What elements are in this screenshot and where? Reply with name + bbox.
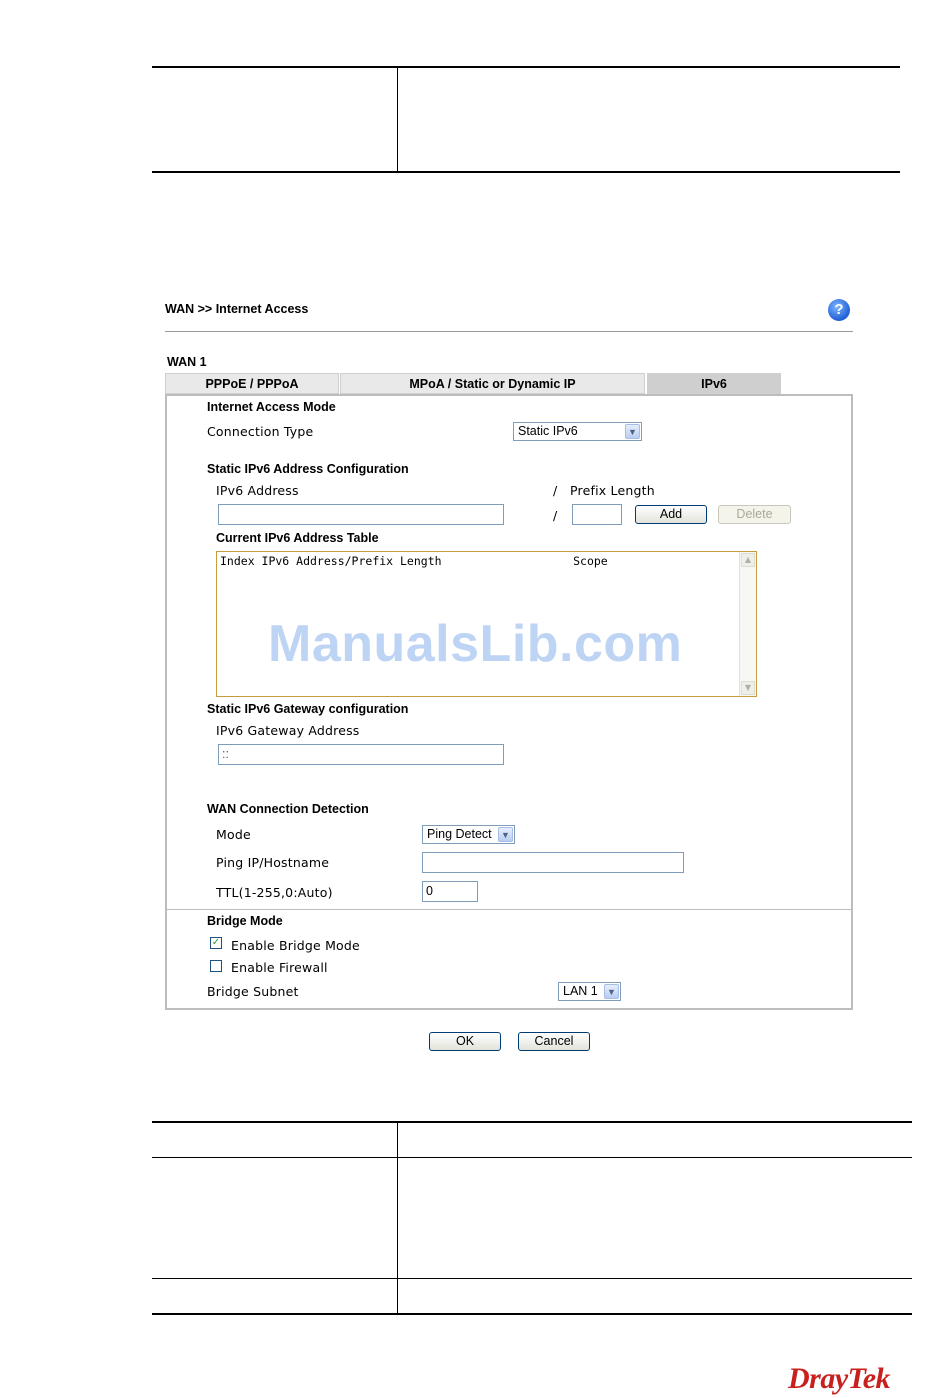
draytek-logo: DrayTek <box>788 1362 891 1395</box>
ipv6-address-input[interactable] <box>218 504 504 525</box>
mode-label: Mode <box>216 827 251 842</box>
scroll-down-icon[interactable]: ▼ <box>741 681 755 695</box>
static-config-title: Static IPv6 Address Configuration <box>207 462 409 476</box>
breadcrumb: WAN >> Internet Access <box>165 302 309 316</box>
bridge-subnet-select[interactable]: LAN 1 ▼ <box>558 982 621 1001</box>
doc-table-divider <box>397 68 398 172</box>
enable-bridge-checkbox[interactable]: ✓ <box>210 937 222 949</box>
slash-label: / <box>553 483 558 498</box>
enable-bridge-label: Enable Bridge Mode <box>231 938 360 953</box>
address-table-scrollbar[interactable]: ▲ ▼ <box>739 552 756 696</box>
bridge-mode-title: Bridge Mode <box>207 914 283 928</box>
doc-table2-row-rule-2 <box>152 1278 912 1279</box>
enable-firewall-label: Enable Firewall <box>231 960 328 975</box>
ipv6-address-label: IPv6 Address <box>216 483 299 498</box>
delete-button[interactable]: Delete <box>718 505 791 524</box>
address-table-title: Current IPv6 Address Table <box>216 531 379 545</box>
tab-pppoe[interactable]: PPPoE / PPPoA <box>165 373 339 394</box>
connection-type-label: Connection Type <box>207 424 314 439</box>
wan-label: WAN 1 <box>167 355 207 369</box>
bridge-subnet-label: Bridge Subnet <box>207 984 299 999</box>
ok-button[interactable]: OK <box>429 1032 501 1051</box>
doc-table2-top-rule <box>152 1121 912 1123</box>
add-button[interactable]: Add <box>635 505 707 524</box>
gateway-address-input[interactable]: :: <box>218 744 504 765</box>
scroll-up-icon[interactable]: ▲ <box>741 553 755 567</box>
tab-mpoa[interactable]: MPoA / Static or Dynamic IP <box>340 373 645 394</box>
chevron-down-icon: ▼ <box>498 827 513 842</box>
slash-separator: / <box>553 508 558 523</box>
breadcrumb-divider <box>165 331 853 332</box>
ping-hostname-label: Ping IP/Hostname <box>216 855 330 870</box>
prefix-length-input[interactable] <box>572 504 622 525</box>
doc-table2-bottom-rule <box>152 1313 912 1315</box>
ttl-input[interactable]: 0 <box>422 881 478 902</box>
chevron-down-icon: ▼ <box>604 984 619 999</box>
internet-access-mode-title: Internet Access Mode <box>207 400 336 414</box>
doc-table2-divider <box>397 1123 398 1313</box>
ping-hostname-input[interactable] <box>422 852 684 873</box>
watermark: ManualsLib.com <box>268 615 683 673</box>
prefix-length-label: Prefix Length <box>570 483 655 498</box>
ttl-label: TTL(1-255,0:Auto) <box>216 885 333 900</box>
gateway-address-label: IPv6 Gateway Address <box>216 723 360 738</box>
address-table-header: Index IPv6 Address/Prefix Length Scope <box>220 554 608 568</box>
connection-type-value: Static IPv6 <box>518 424 578 438</box>
tab-ipv6[interactable]: IPv6 <box>647 373 781 394</box>
wan-detection-title: WAN Connection Detection <box>207 802 369 816</box>
help-icon[interactable]: ? <box>828 299 850 321</box>
enable-firewall-checkbox[interactable] <box>210 960 222 972</box>
gateway-config-title: Static IPv6 Gateway configuration <box>207 702 409 716</box>
chevron-down-icon: ▼ <box>625 424 640 439</box>
doc-table2-row-rule <box>152 1157 912 1158</box>
connection-type-select[interactable]: Static IPv6 ▼ <box>513 422 642 441</box>
mode-select[interactable]: Ping Detect ▼ <box>422 825 515 844</box>
doc-table-bottom-rule <box>152 171 900 173</box>
doc-table-top-rule <box>152 66 900 68</box>
panel-divider <box>167 909 851 910</box>
mode-value: Ping Detect <box>427 827 492 841</box>
cancel-button[interactable]: Cancel <box>518 1032 590 1051</box>
bridge-subnet-value: LAN 1 <box>563 984 598 998</box>
